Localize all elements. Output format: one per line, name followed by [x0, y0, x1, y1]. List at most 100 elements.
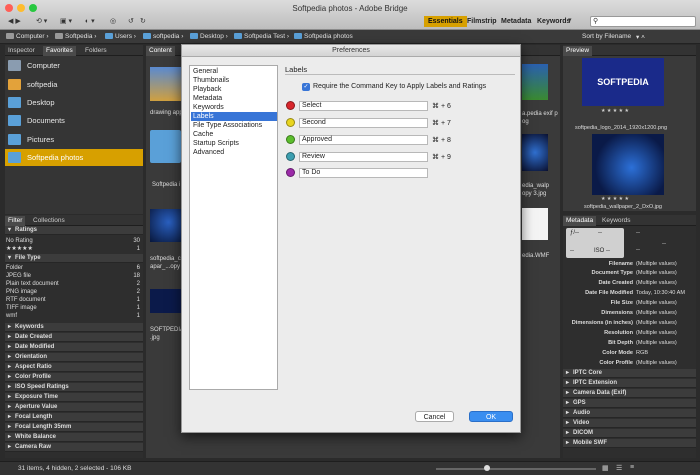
rating-stars[interactable]: ★ ★ ★ ★ ★	[601, 108, 629, 114]
preview-image[interactable]: SOFTPEDIA	[582, 58, 664, 106]
tab-filter[interactable]: Filter	[5, 216, 26, 226]
list-view-icon[interactable]: ≡	[630, 464, 634, 471]
label-name-input[interactable]: Approved	[299, 135, 428, 145]
filter-section-focal-length[interactable]: Focal Length	[5, 413, 143, 422]
slider-thumb[interactable]	[484, 465, 490, 471]
filter-section-ratings[interactable]: Ratings	[5, 226, 143, 235]
breadcrumb-softpedia-test[interactable]: Softpedia Test ›	[234, 33, 289, 40]
filter-row[interactable]: TIFF image 1	[6, 304, 142, 312]
favorite-desktop[interactable]: Desktop	[5, 94, 143, 111]
category-cache[interactable]: Cache	[191, 130, 277, 139]
category-playback[interactable]: Playback	[191, 85, 277, 94]
label-name-input[interactable]: Second	[299, 118, 428, 128]
thumbnail[interactable]	[150, 289, 181, 313]
label-name-input[interactable]: To Do	[299, 168, 428, 178]
favorite-documents[interactable]: Documents	[5, 112, 143, 129]
thumbnail[interactable]	[522, 64, 548, 100]
breadcrumb-desktop[interactable]: Desktop ›	[190, 33, 228, 40]
filter-section-date-modified[interactable]: Date Modified	[5, 343, 143, 352]
category-labels[interactable]: Labels	[191, 112, 277, 121]
back-arrow-icon[interactable]: ◀ ▶	[8, 17, 21, 27]
filter-section-color-profile[interactable]: Color Profile	[5, 373, 143, 382]
workspace-essentials[interactable]: Essentials	[424, 16, 467, 27]
metadata-section-iptc-core[interactable]: IPTC Core	[563, 369, 696, 378]
metadata-section-gps[interactable]: GPS	[563, 399, 696, 408]
breadcrumb-softpedia[interactable]: Softpedia ›	[55, 33, 96, 40]
thumbnail[interactable]	[522, 208, 548, 240]
tab-keywords[interactable]: Keywords	[599, 216, 634, 226]
tab-folders[interactable]: Folders	[82, 46, 110, 56]
metadata-section-iptc-extension[interactable]: IPTC Extension	[563, 379, 696, 388]
breadcrumb-home[interactable]: softpedia ›	[143, 33, 183, 40]
filter-section-date-created[interactable]: Date Created	[5, 333, 143, 342]
filter-section-aspect-ratio[interactable]: Aspect Ratio	[5, 363, 143, 372]
workspace-filmstrip[interactable]: Filmstrip	[463, 16, 501, 27]
filter-row[interactable]: wmf 1	[6, 312, 142, 320]
refine-icon[interactable]: ◐ ▾	[85, 17, 95, 27]
camera-icon[interactable]: ▣ ▾	[60, 17, 72, 27]
filter-section-file-type[interactable]: File Type	[5, 254, 143, 263]
favorite-softpedia-photos[interactable]: Softpedia photos	[5, 149, 143, 166]
category-startup-scripts[interactable]: Startup Scripts	[191, 139, 277, 148]
filter-row[interactable]: JPEG file 18	[6, 272, 142, 280]
thumbnail[interactable]	[150, 209, 181, 242]
filter-row[interactable]: Plain text document 2	[6, 280, 142, 288]
label-name-input[interactable]: Review	[299, 152, 428, 162]
filter-section-iso[interactable]: ISO Speed Ratings	[5, 383, 143, 392]
metadata-section-camera-data[interactable]: Camera Data (Exif)	[563, 389, 696, 398]
rating-stars[interactable]: ★ ★ ★ ★ ★	[601, 196, 629, 202]
breadcrumb-users[interactable]: Users ›	[105, 33, 136, 40]
breadcrumb-computer[interactable]: Computer ›	[6, 33, 49, 40]
filter-row[interactable]: RTF document 1	[6, 296, 142, 304]
rotate-right-icon[interactable]: ↻	[140, 17, 146, 27]
filter-row[interactable]: ★★★★★ 1	[6, 245, 142, 253]
filter-row[interactable]: PNG image 2	[6, 288, 142, 296]
cancel-button[interactable]: Cancel	[415, 411, 454, 422]
tab-metadata[interactable]: Metadata	[563, 216, 597, 226]
filter-section-exposure-time[interactable]: Exposure Time	[5, 393, 143, 402]
category-general[interactable]: General	[191, 67, 277, 76]
category-advanced[interactable]: Advanced	[191, 148, 277, 157]
filter-row[interactable]: No Rating 30	[6, 237, 142, 245]
filter-section-keywords[interactable]: Keywords	[5, 323, 143, 332]
filter-row[interactable]: Folder 6	[6, 264, 142, 272]
search-input[interactable]: ⚲	[590, 16, 696, 27]
sort-menu[interactable]: Sort by Filename	[582, 33, 631, 40]
recent-icon[interactable]: ⟲ ▾	[36, 17, 47, 27]
metadata-section-dicom[interactable]: DICOM	[563, 429, 696, 438]
ok-button[interactable]: OK	[469, 411, 513, 422]
favorite-pictures[interactable]: Pictures	[5, 131, 143, 148]
label-name-input[interactable]: Select	[299, 101, 428, 111]
category-thumbnails[interactable]: Thumbnails	[191, 76, 277, 85]
category-file-type-associations[interactable]: File Type Associations	[191, 121, 277, 130]
sort-chevron-icon[interactable]: ▾ ˄	[636, 33, 645, 41]
open-in-camera-raw-icon[interactable]: ◎	[110, 17, 116, 27]
tab-favorites[interactable]: Favorites	[43, 46, 76, 56]
tab-preview[interactable]: Preview	[563, 46, 593, 56]
filter-section-orientation[interactable]: Orientation	[5, 353, 143, 362]
metadata-section-audio[interactable]: Audio	[563, 409, 696, 418]
breadcrumb-softpedia-photos[interactable]: Softpedia photos	[294, 33, 353, 40]
filter-section-camera-raw[interactable]: Camera Raw	[5, 443, 143, 452]
filter-section-white-balance[interactable]: White Balance	[5, 433, 143, 442]
thumbnail[interactable]	[522, 134, 548, 171]
tab-inspector[interactable]: Inspector	[5, 46, 38, 56]
thumbnail[interactable]	[150, 67, 181, 101]
metadata-section-mobile-swf[interactable]: Mobile SWF	[563, 439, 696, 448]
folder-icon[interactable]	[150, 130, 181, 163]
favorite-computer[interactable]: Computer	[5, 57, 143, 74]
workspace-menu-chevron-icon[interactable]: ▾	[568, 16, 572, 26]
tab-collections[interactable]: Collections	[30, 216, 68, 226]
category-keywords[interactable]: Keywords	[191, 103, 277, 112]
grid-view-icon[interactable]: ▦	[602, 464, 609, 472]
filter-section-focal-length-35[interactable]: Focal Length 35mm	[5, 423, 143, 432]
favorite-softpedia[interactable]: softpedia	[5, 76, 143, 93]
tab-content[interactable]: Content	[146, 46, 175, 56]
details-view-icon[interactable]: ☰	[616, 464, 622, 472]
metadata-section-video[interactable]: Video	[563, 419, 696, 428]
category-metadata[interactable]: Metadata	[191, 94, 277, 103]
require-command-key-checkbox[interactable]: ✓	[302, 83, 310, 91]
preview-image[interactable]	[592, 134, 664, 195]
workspace-metadata[interactable]: Metadata	[497, 16, 535, 27]
thumbnail-size-slider[interactable]	[436, 468, 596, 470]
